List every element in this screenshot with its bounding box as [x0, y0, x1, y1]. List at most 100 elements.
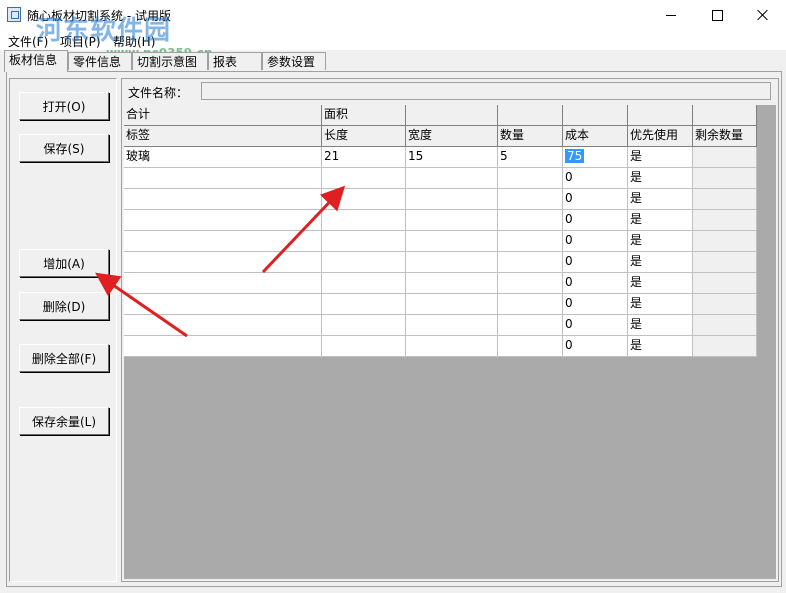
- column-header-label[interactable]: 标签: [124, 126, 322, 147]
- grid-cell-remaining: [693, 231, 757, 252]
- grid-cell-label[interactable]: 玻璃: [124, 147, 322, 168]
- grid-cell-priority[interactable]: 是: [628, 147, 693, 168]
- grid-cell-cost[interactable]: 0: [563, 294, 628, 315]
- grid-cell-width[interactable]: [406, 294, 498, 315]
- grid-cell-length[interactable]: [322, 336, 406, 357]
- grid-cell-label[interactable]: [124, 336, 322, 357]
- grid-cell-length[interactable]: [322, 231, 406, 252]
- grid-cell-label[interactable]: [124, 231, 322, 252]
- grid-cell-length[interactable]: [322, 189, 406, 210]
- grid-cell-cost[interactable]: 75: [563, 147, 628, 168]
- column-header-length[interactable]: 长度: [322, 126, 406, 147]
- tab-board-info[interactable]: 板材信息: [4, 50, 68, 72]
- grid-cell-priority[interactable]: 是: [628, 168, 693, 189]
- grid-cell-qty[interactable]: [498, 294, 563, 315]
- grid-cell-qty[interactable]: [498, 210, 563, 231]
- grid-cell-label[interactable]: [124, 273, 322, 294]
- menu-file[interactable]: 文件(F): [8, 33, 48, 50]
- summary-cell: 面积: [322, 105, 406, 126]
- column-header-priority[interactable]: 优先使用: [628, 126, 693, 147]
- tab-cut-diagram[interactable]: 切割示意图: [132, 52, 208, 70]
- tab-parameters[interactable]: 参数设置: [262, 52, 326, 70]
- grid-cell-priority[interactable]: 是: [628, 189, 693, 210]
- grid-cell-length[interactable]: [322, 210, 406, 231]
- column-header-qty[interactable]: 数量: [498, 126, 563, 147]
- grid-cell-cost[interactable]: 0: [563, 252, 628, 273]
- grid-cell-label[interactable]: [124, 210, 322, 231]
- grid-cell-width[interactable]: [406, 189, 498, 210]
- grid-cell-width[interactable]: [406, 210, 498, 231]
- close-icon: [757, 9, 769, 21]
- grid-cell-width[interactable]: [406, 231, 498, 252]
- grid-cell-cost[interactable]: 0: [563, 189, 628, 210]
- grid-cell-priority[interactable]: 是: [628, 294, 693, 315]
- menu-help[interactable]: 帮助(H): [113, 33, 155, 50]
- grid-cell-width[interactable]: [406, 336, 498, 357]
- file-name-field[interactable]: [201, 82, 771, 100]
- selected-cost-value[interactable]: 75: [565, 149, 585, 163]
- grid-cell-priority[interactable]: 是: [628, 336, 693, 357]
- maximize-button[interactable]: [694, 0, 740, 30]
- grid-cell-width[interactable]: [406, 252, 498, 273]
- save-button[interactable]: 保存(S): [19, 134, 109, 162]
- grid-cell-label[interactable]: [124, 315, 322, 336]
- app-icon: [7, 7, 21, 22]
- column-header-cost[interactable]: 成本: [563, 126, 628, 147]
- grid-cell-cost[interactable]: 0: [563, 231, 628, 252]
- grid-cell-remaining: [693, 147, 757, 168]
- grid-cell-label[interactable]: [124, 294, 322, 315]
- grid-cell-width[interactable]: [406, 168, 498, 189]
- summary-cell: [693, 105, 757, 126]
- grid-cell-label[interactable]: [124, 189, 322, 210]
- grid-cell-qty[interactable]: [498, 168, 563, 189]
- open-button[interactable]: 打开(O): [19, 92, 109, 120]
- grid-cell-remaining: [693, 294, 757, 315]
- summary-cell: [498, 105, 563, 126]
- grid-cell-qty[interactable]: 5: [498, 147, 563, 168]
- add-button[interactable]: 增加(A): [19, 249, 109, 277]
- grid-cell-qty[interactable]: [498, 231, 563, 252]
- grid-cell-length[interactable]: [322, 273, 406, 294]
- grid-cell-remaining: [693, 168, 757, 189]
- grid-cell-length[interactable]: 21: [322, 147, 406, 168]
- grid-cell-qty[interactable]: [498, 252, 563, 273]
- save-remainder-button[interactable]: 保存余量(L): [19, 407, 109, 435]
- column-header-remaining[interactable]: 剩余数量: [693, 126, 757, 147]
- delete-all-button[interactable]: 删除全部(F): [19, 344, 109, 372]
- grid-cell-length[interactable]: [322, 315, 406, 336]
- grid-cell-label[interactable]: [124, 168, 322, 189]
- minimize-button[interactable]: [648, 0, 694, 30]
- grid-cell-qty[interactable]: [498, 189, 563, 210]
- delete-button[interactable]: 删除(D): [19, 292, 109, 320]
- grid-cell-width[interactable]: [406, 315, 498, 336]
- grid-cell-qty[interactable]: [498, 273, 563, 294]
- grid-cell-priority[interactable]: 是: [628, 273, 693, 294]
- grid-cell-label[interactable]: [124, 252, 322, 273]
- grid-panel: 文件名称： 合计 面积 标签 长度 宽度 数量 成本 优先使用 剩余数量 玻璃 21 15 5 75 是 0 是…: [121, 78, 779, 582]
- file-name-label: 文件名称：: [128, 86, 189, 100]
- tab-report[interactable]: 报表: [208, 52, 262, 70]
- grid-cell-length[interactable]: [322, 252, 406, 273]
- board-grid: 合计 面积 标签 长度 宽度 数量 成本 优先使用 剩余数量 玻璃 21 15 5 75 是 0 是 0 是 0 是 0 是…: [124, 105, 776, 579]
- minimize-icon: [666, 14, 676, 16]
- grid-cell-priority[interactable]: 是: [628, 315, 693, 336]
- grid-cell-length[interactable]: [322, 294, 406, 315]
- grid-cell-qty[interactable]: [498, 336, 563, 357]
- grid-cell-width[interactable]: 15: [406, 147, 498, 168]
- grid-cell-cost[interactable]: 0: [563, 315, 628, 336]
- grid-cell-width[interactable]: [406, 273, 498, 294]
- grid-cell-cost[interactable]: 0: [563, 168, 628, 189]
- close-button[interactable]: [740, 0, 786, 30]
- grid-cell-qty[interactable]: [498, 315, 563, 336]
- grid-cell-length[interactable]: [322, 168, 406, 189]
- grid-cell-cost[interactable]: 0: [563, 273, 628, 294]
- column-header-width[interactable]: 宽度: [406, 126, 498, 147]
- grid-cell-cost[interactable]: 0: [563, 210, 628, 231]
- grid-cell-priority[interactable]: 是: [628, 252, 693, 273]
- grid-cell-priority[interactable]: 是: [628, 210, 693, 231]
- grid-cell-priority[interactable]: 是: [628, 231, 693, 252]
- tab-part-info[interactable]: 零件信息: [68, 52, 132, 70]
- menu-bar: 文件(F) 项目(P) 帮助(H): [0, 30, 786, 50]
- menu-project[interactable]: 项目(P): [60, 33, 101, 50]
- grid-cell-cost[interactable]: 0: [563, 336, 628, 357]
